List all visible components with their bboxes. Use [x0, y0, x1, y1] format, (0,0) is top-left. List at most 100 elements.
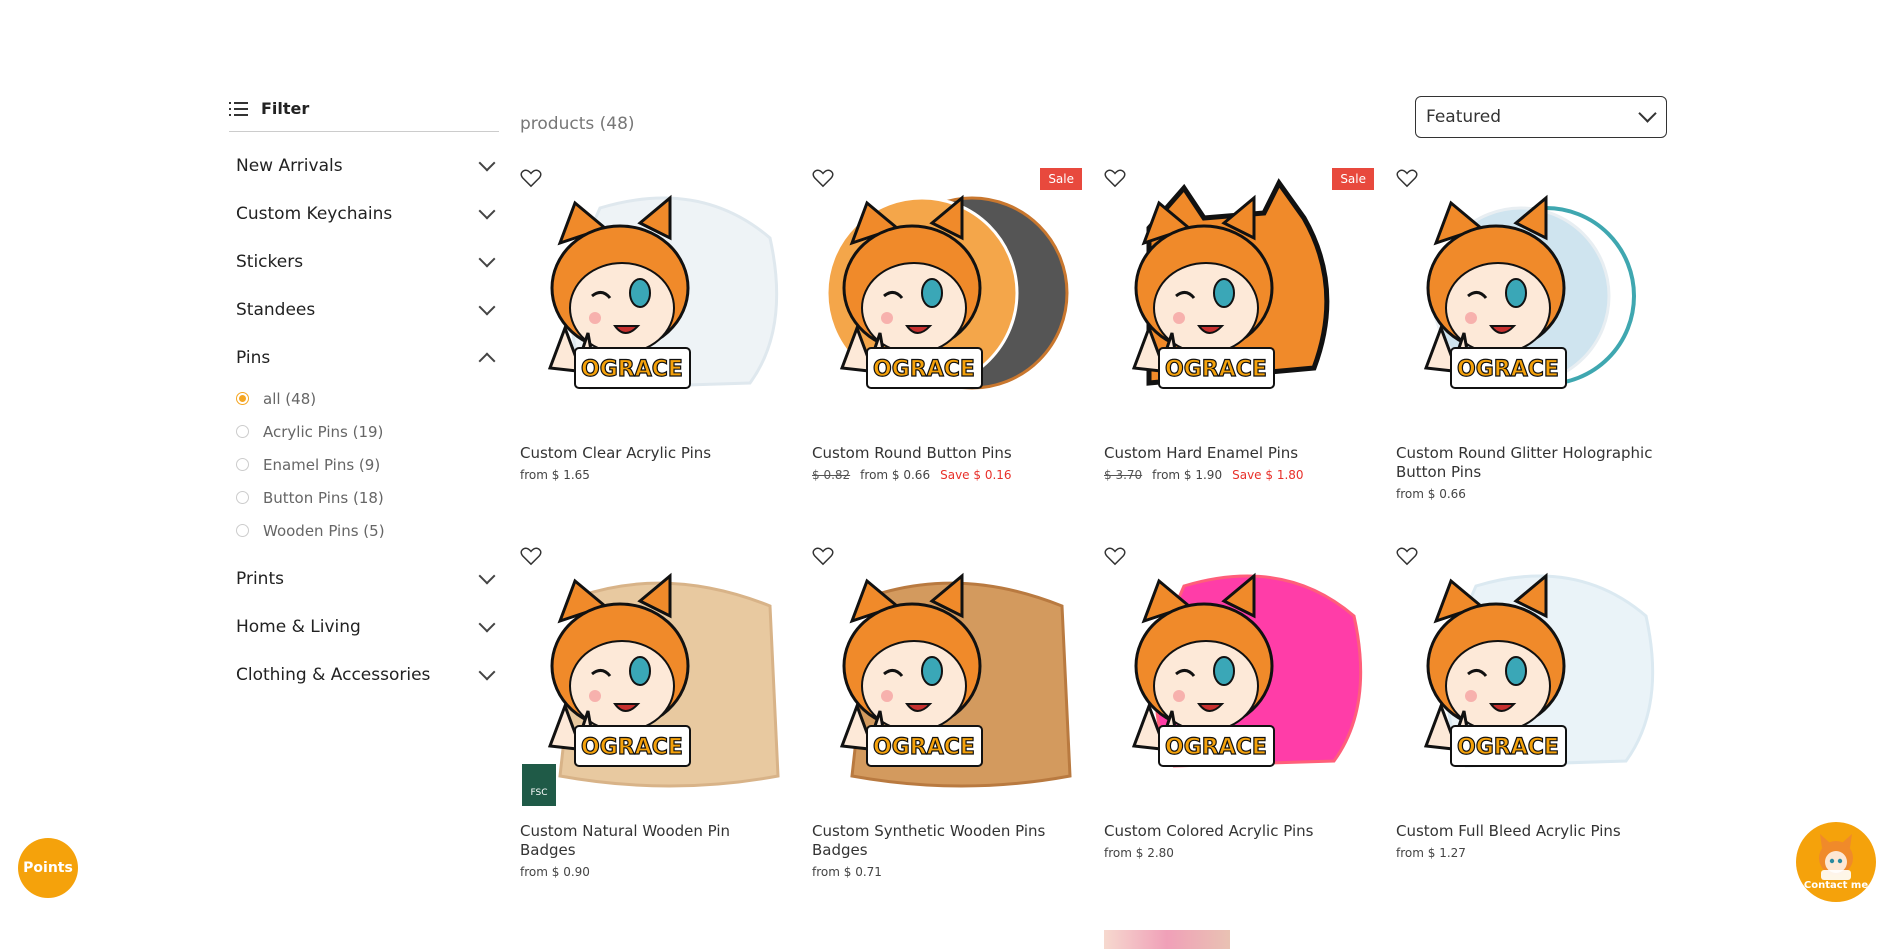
heart-icon[interactable] — [812, 168, 834, 188]
option-label: all (48) — [263, 389, 317, 408]
product-image-wrap[interactable]: OGRACE Sale — [812, 168, 1082, 436]
product-image-wrap[interactable]: OGRACE — [520, 168, 790, 436]
filter-header[interactable]: Filter — [229, 96, 499, 132]
product-card[interactable]: OGRACE FSC Custom Natural Wooden Pin Badg… — [520, 546, 790, 879]
pins-option-button[interactable]: Button Pins (18) — [236, 481, 499, 514]
contact-label: Contact me — [1803, 880, 1869, 891]
product-title[interactable]: Custom Round Glitter Holographic Button … — [1396, 444, 1666, 482]
product-card[interactable]: OGRACE Custom Clear Acrylic Pins from $ 1… — [520, 168, 790, 482]
product-title[interactable]: Custom Hard Enamel Pins — [1104, 444, 1374, 463]
radio-selected-icon[interactable] — [236, 392, 249, 405]
category-label: Standees — [236, 300, 316, 320]
chevron-down-icon — [478, 663, 496, 681]
category-pins[interactable]: Pins — [229, 334, 499, 382]
category-label: Prints — [236, 569, 284, 589]
product-title[interactable]: Custom Round Button Pins — [812, 444, 1082, 463]
save-amount: Save $ 0.16 — [940, 468, 1012, 482]
product-image-wrap[interactable]: OGRACE FSC — [520, 546, 790, 814]
product-card[interactable]: OGRACE Sale Custom Hard Enamel Pins $ 3.70… — [1104, 168, 1374, 482]
product-price-row: from $ 0.90 — [520, 865, 790, 879]
product-price-row: from $ 1.27 — [1396, 846, 1666, 860]
option-label: Acrylic Pins (19) — [263, 422, 384, 441]
logo-text: OGRACE — [1457, 357, 1559, 382]
product-card[interactable]: OGRACE Custom Full Bleed Acrylic Pins fro… — [1396, 546, 1666, 860]
points-button[interactable]: Points — [18, 838, 78, 898]
logo-text: OGRACE — [1165, 735, 1267, 760]
category-label: Custom Keychains — [236, 204, 393, 224]
radio-icon[interactable] — [236, 425, 249, 438]
logo-text: OGRACE — [1457, 735, 1559, 760]
category-label: New Arrivals — [236, 156, 343, 176]
pins-option-acrylic[interactable]: Acrylic Pins (19) — [236, 415, 499, 448]
heart-icon[interactable] — [520, 168, 542, 188]
chevron-down-icon — [478, 202, 496, 220]
radio-icon[interactable] — [236, 458, 249, 471]
list-icon — [229, 101, 248, 117]
category-prints[interactable]: Prints — [229, 555, 499, 603]
product-title[interactable]: Custom Synthetic Wooden Pins Badges — [812, 822, 1082, 860]
category-label: Stickers — [236, 252, 304, 272]
radio-icon[interactable] — [236, 524, 249, 537]
heart-icon[interactable] — [1104, 546, 1126, 566]
product-count: products (48) — [520, 114, 635, 134]
product-image: OGRACE — [1131, 572, 1363, 768]
save-amount: Save $ 1.80 — [1232, 468, 1304, 482]
product-image: OGRACE — [547, 572, 780, 788]
product-image: OGRACE — [1423, 572, 1655, 768]
product-image: OGRACE — [547, 194, 779, 390]
product-image-wrap[interactable]: OGRACE — [1396, 168, 1666, 436]
chevron-down-icon — [478, 250, 496, 268]
heart-icon[interactable] — [1396, 546, 1418, 566]
product-title[interactable]: Custom Colored Acrylic Pins — [1104, 822, 1374, 841]
price: from $ 1.27 — [1396, 846, 1466, 860]
product-image-wrap[interactable]: OGRACE — [812, 546, 1082, 814]
category-home-living[interactable]: Home & Living — [229, 603, 499, 651]
filter-label: Filter — [261, 99, 310, 118]
category-label: Clothing & Accessories — [236, 665, 431, 685]
sale-badge: Sale — [1332, 168, 1374, 190]
product-image: OGRACE — [839, 572, 1072, 788]
product-image-wrap[interactable]: OGRACE — [1104, 546, 1374, 814]
category-label: Home & Living — [236, 617, 361, 637]
product-price-row: from $ 1.65 — [520, 468, 790, 482]
contact-button[interactable]: Contact me — [1796, 822, 1876, 902]
logo-text: OGRACE — [581, 357, 683, 382]
category-standees[interactable]: Standees — [229, 286, 499, 334]
sort-value: Featured — [1426, 107, 1502, 127]
product-title[interactable]: Custom Clear Acrylic Pins — [520, 444, 790, 463]
price: from $ 1.90 — [1152, 468, 1223, 482]
heart-icon[interactable] — [1396, 168, 1418, 188]
product-price-row: $ 3.70 from $ 1.90 Save $ 1.80 — [1104, 468, 1374, 482]
product-card[interactable]: OGRACE Sale Custom Round Button Pins $ 0.8… — [812, 168, 1082, 482]
heart-icon[interactable] — [1104, 168, 1126, 188]
pins-option-all[interactable]: all (48) — [236, 382, 499, 415]
product-image: OGRACE — [1423, 194, 1636, 389]
product-image: OGRACE — [825, 194, 1069, 390]
pins-option-enamel[interactable]: Enamel Pins (9) — [236, 448, 499, 481]
category-new-arrivals[interactable]: New Arrivals — [229, 142, 499, 190]
heart-icon[interactable] — [520, 546, 542, 566]
product-image: OGRACE — [1131, 178, 1330, 389]
product-image-wrap[interactable]: OGRACE — [1396, 546, 1666, 814]
category-label: Pins — [236, 348, 271, 368]
pins-option-wooden[interactable]: Wooden Pins (5) — [236, 514, 499, 547]
product-image-wrap[interactable]: OGRACE Sale — [1104, 168, 1374, 436]
radio-icon[interactable] — [236, 491, 249, 504]
product-title[interactable]: Custom Full Bleed Acrylic Pins — [1396, 822, 1666, 841]
logo-text: OGRACE — [1165, 357, 1267, 382]
sort-select[interactable]: Featured — [1415, 96, 1667, 138]
product-title[interactable]: Custom Natural Wooden Pin Badges — [520, 822, 790, 860]
chevron-down-icon — [478, 298, 496, 316]
product-card[interactable]: OGRACE Custom Synthetic Wooden Pins Badg… — [812, 546, 1082, 879]
sale-badge: Sale — [1040, 168, 1082, 190]
category-custom-keychains[interactable]: Custom Keychains — [229, 190, 499, 238]
heart-icon[interactable] — [812, 546, 834, 566]
fsc-badge: FSC — [522, 764, 556, 806]
category-stickers[interactable]: Stickers — [229, 238, 499, 286]
product-card[interactable]: OGRACE Custom Colored Acrylic Pins from $… — [1104, 546, 1374, 860]
option-label: Enamel Pins (9) — [263, 455, 381, 474]
price: from $ 0.66 — [860, 468, 931, 482]
price: from $ 2.80 — [1104, 846, 1174, 860]
category-clothing-accessories[interactable]: Clothing & Accessories — [229, 651, 499, 699]
product-card[interactable]: OGRACE Custom Round Glitter Holographic … — [1396, 168, 1666, 501]
